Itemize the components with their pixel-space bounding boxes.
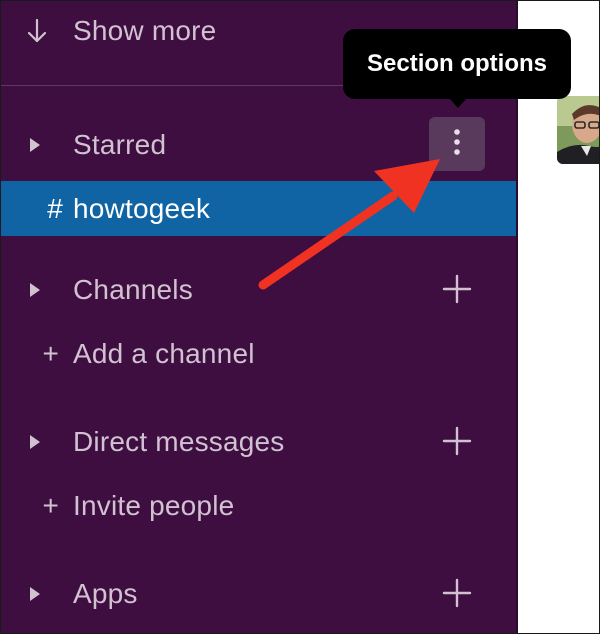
annotation-arrow: [258, 159, 440, 290]
screenshot-frame: Show more Starred # howtogeek Channels +…: [0, 0, 600, 634]
